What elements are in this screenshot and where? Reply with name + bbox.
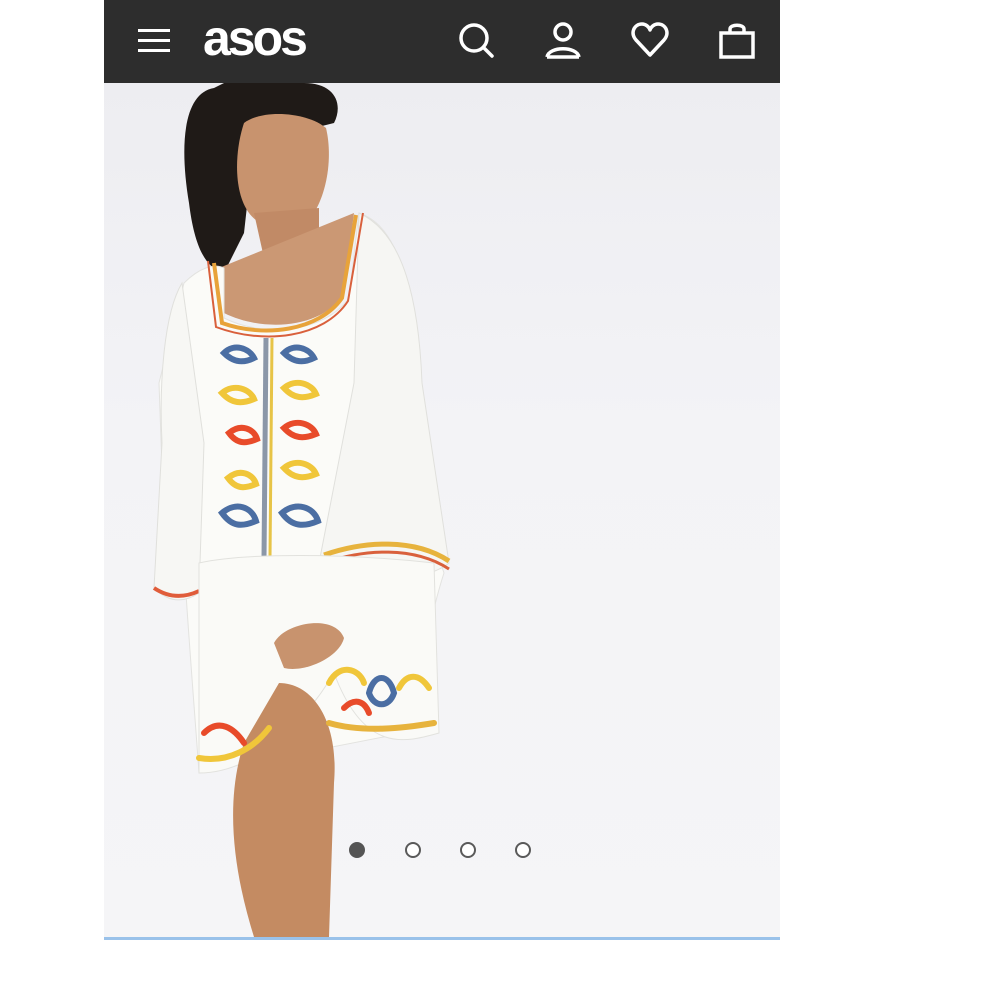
product-photo[interactable] bbox=[104, 83, 780, 937]
shopping-bag-icon[interactable] bbox=[717, 20, 757, 60]
user-icon[interactable] bbox=[543, 20, 583, 60]
carousel-dot-3[interactable] bbox=[460, 842, 476, 858]
product-image-gallery[interactable] bbox=[104, 83, 780, 937]
top-navigation-bar: asos bbox=[104, 0, 780, 83]
asos-logo[interactable]: asos bbox=[203, 8, 308, 68]
app-frame: asos bbox=[104, 0, 780, 1000]
carousel-pagination bbox=[104, 842, 780, 862]
hamburger-menu-icon[interactable] bbox=[136, 22, 172, 58]
carousel-dot-2[interactable] bbox=[405, 842, 421, 858]
gallery-bottom-divider bbox=[104, 937, 780, 940]
carousel-dot-4[interactable] bbox=[515, 842, 531, 858]
search-icon[interactable] bbox=[456, 20, 496, 60]
heart-icon[interactable] bbox=[630, 20, 670, 60]
carousel-dot-1[interactable] bbox=[349, 842, 365, 858]
